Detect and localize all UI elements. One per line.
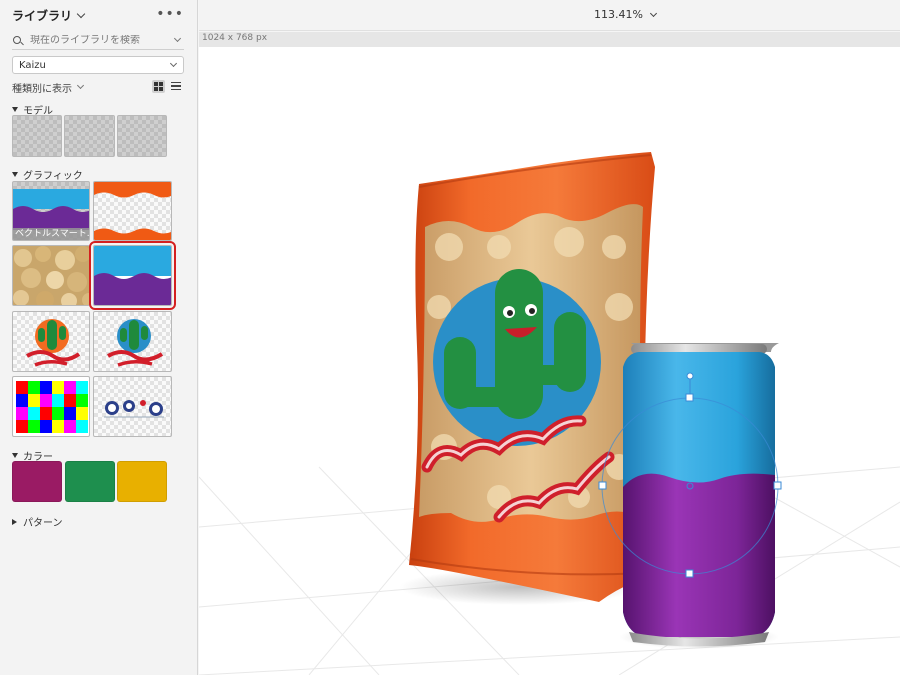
library-select-value: Kaizu: [19, 59, 46, 71]
more-options-icon[interactable]: •••: [156, 7, 184, 21]
library-header[interactable]: ライブラリ •••: [12, 7, 188, 23]
search-icon: [12, 34, 26, 48]
expand-triangle-icon: [12, 453, 18, 458]
library-title: ライブラリ: [12, 8, 73, 23]
chips-bag[interactable]: [409, 152, 655, 602]
grid-view-icon[interactable]: [152, 80, 165, 93]
chips-photo: [13, 246, 89, 305]
color-swatch-green[interactable]: [65, 461, 115, 502]
soda-can[interactable]: [598, 343, 782, 647]
top-toolbar: 113.41%: [199, 0, 900, 31]
chevron-down-icon: [169, 59, 178, 68]
zoom-level: 113.41%: [594, 8, 643, 21]
zoom-dropdown[interactable]: 113.41%: [594, 8, 657, 21]
collapse-triangle-icon: [12, 518, 17, 525]
color-swatch-yellow[interactable]: [117, 461, 167, 502]
characters-graphic: [104, 400, 164, 418]
expand-triangle-icon: [12, 172, 18, 177]
section-patterns[interactable]: パターン: [12, 514, 63, 529]
document-info-bar: 1024 x 768 px: [199, 32, 900, 47]
graphic-thumbnail-blue-purple-wave[interactable]: ベクトルスマート...: [12, 181, 90, 241]
search-input[interactable]: [30, 35, 170, 46]
graphic-thumbnail-characters[interactable]: [93, 376, 172, 437]
section-graphics-label: グラフィック: [23, 171, 83, 182]
model-thumbnail[interactable]: [12, 115, 62, 157]
cactus-cola-logo: [26, 319, 81, 367]
section-patterns-label: パターン: [23, 518, 63, 529]
chevron-down-icon[interactable]: [76, 9, 86, 18]
document-size: 1024 x 768 px: [202, 33, 268, 43]
chevron-down-icon[interactable]: [173, 34, 182, 43]
color-grid-graphic: [16, 381, 88, 433]
cactus-chips-logo: [107, 319, 164, 367]
section-graphics[interactable]: グラフィック: [12, 167, 83, 182]
model-thumbnail[interactable]: [117, 115, 167, 157]
orange-wave-graphic: [94, 182, 171, 240]
model-thumbnail[interactable]: [64, 115, 115, 157]
expand-triangle-icon: [12, 107, 18, 112]
list-view-icon[interactable]: [171, 82, 181, 92]
chevron-down-icon: [649, 9, 657, 17]
graphic-thumbnail-cactus-chips[interactable]: [93, 311, 172, 372]
wave-graphic: [94, 246, 171, 305]
scene-render: [199, 152, 900, 675]
chevron-down-icon[interactable]: [76, 81, 85, 90]
3d-viewport[interactable]: [199, 47, 900, 675]
graphic-thumbnail-orange-wave[interactable]: [93, 181, 172, 241]
view-by-type-label[interactable]: 種類別に表示: [12, 80, 72, 95]
graphic-thumbnail-cactus-cola[interactable]: [12, 311, 90, 372]
graphic-thumbnail-color-grid[interactable]: [12, 376, 90, 437]
library-panel: ライブラリ ••• Kaizu 種類別に表示 モデル グラフィック ベクトルスマ…: [0, 0, 198, 675]
library-select[interactable]: Kaizu: [12, 56, 184, 74]
color-swatch-magenta[interactable]: [12, 461, 62, 502]
graphic-thumbnail-selected-wave[interactable]: [89, 241, 176, 310]
library-search: [12, 32, 184, 50]
view-by-type: 種類別に表示: [12, 80, 184, 95]
graphic-thumbnail-chips-photo[interactable]: [12, 245, 90, 306]
thumbnail-caption: ベクトルスマート...: [13, 228, 89, 240]
